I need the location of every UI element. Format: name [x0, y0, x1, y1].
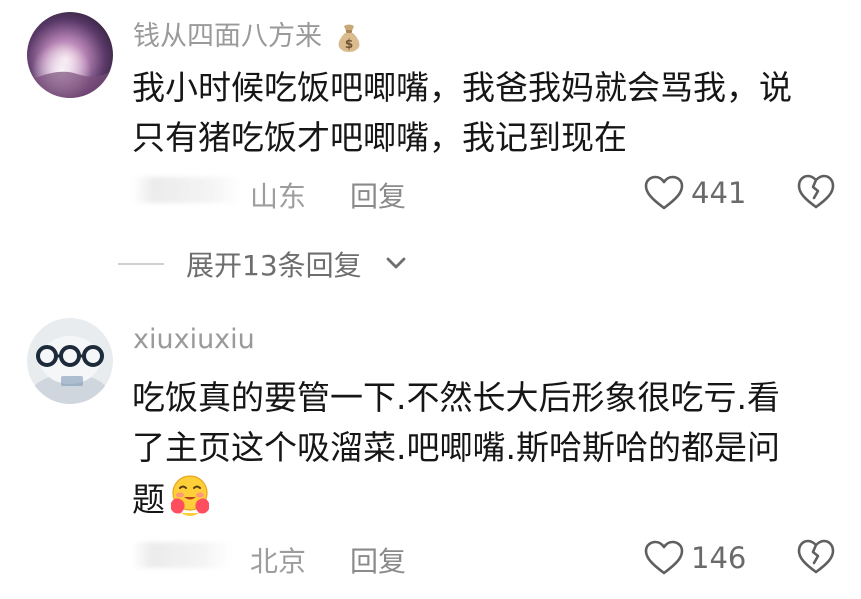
comment-line: 题 — [132, 473, 780, 533]
dislike-button[interactable] — [797, 539, 835, 579]
reply-button[interactable]: 回复 — [350, 540, 406, 580]
comment-line: 了主页这个吸溜菜.吧唧嘴.斯哈斯哈的都是问 — [132, 428, 780, 467]
username[interactable]: xiuxiuxiu — [133, 324, 255, 355]
comment-meta: 北京 回复 146 — [132, 538, 842, 578]
username-text: xiuxiuxiu — [133, 324, 255, 355]
location: 北京 — [250, 545, 307, 578]
like-count: 146 — [691, 541, 747, 575]
broken-heart-icon — [797, 539, 835, 574]
blurred-timestamp — [132, 542, 232, 568]
comment-line: 吃饭真的要管一下.不然长大后形象很吃亏.看 — [132, 378, 780, 417]
avatar[interactable] — [27, 318, 113, 404]
heart-icon — [644, 540, 684, 575]
comment-text: 吃饭真的要管一下.不然长大后形象很吃亏.看 了主页这个吸溜菜.吧唧嘴.斯哈斯哈的… — [132, 373, 780, 533]
comment-item: xiuxiuxiu 吃饭真的要管一下.不然长大后形象很吃亏.看 了主页这个吸溜菜… — [0, 0, 861, 599]
hug-emoji-icon — [167, 473, 213, 533]
